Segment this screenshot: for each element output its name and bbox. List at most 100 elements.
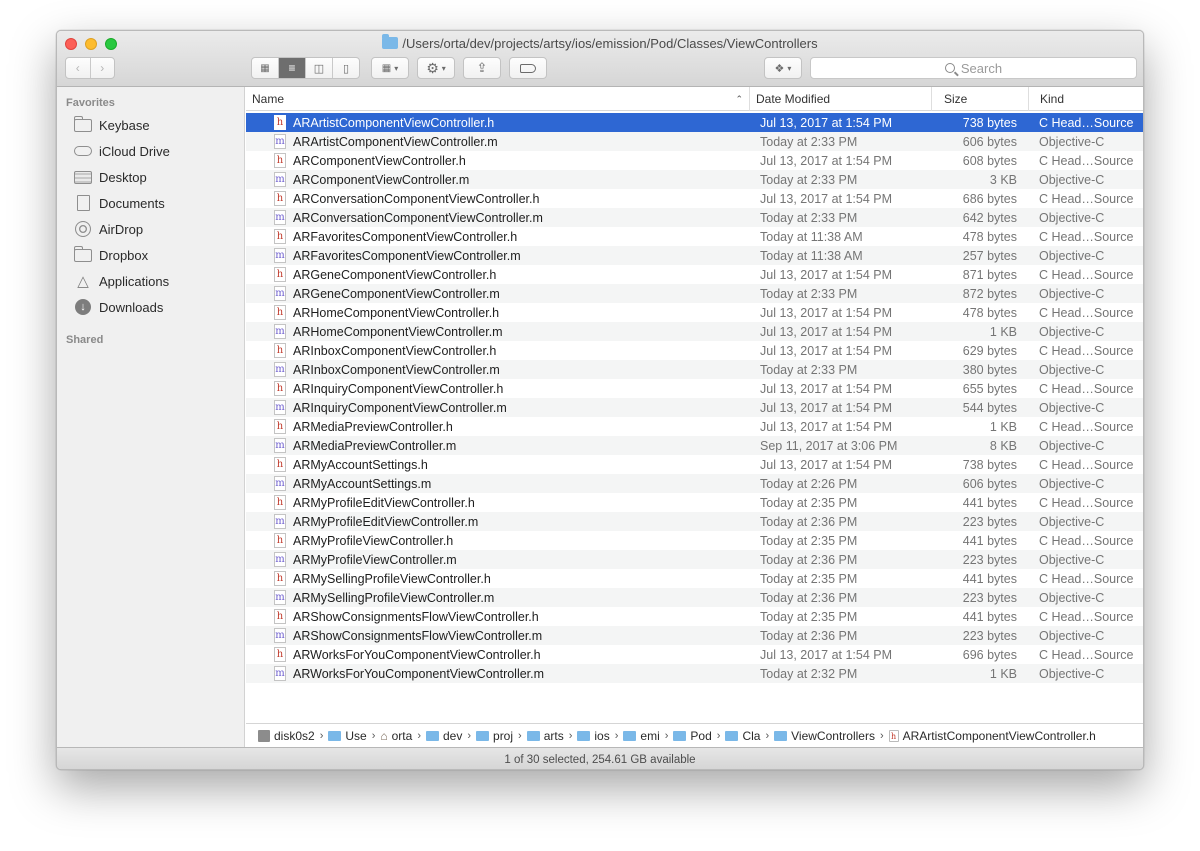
file-size: 223 bytes	[962, 628, 1017, 643]
tags-button[interactable]	[509, 57, 547, 79]
path-crumb[interactable]: Use	[328, 729, 367, 743]
file-name: ARMyAccountSettings.h	[293, 457, 428, 472]
file-row[interactable]: h ARMyProfileViewController.h Today at 2:3…	[246, 531, 1143, 550]
file-row[interactable]: h ARMediaPreviewController.h Jul 13, 2017 …	[246, 417, 1143, 436]
sidebar-item-downloads[interactable]: ↓ Downloads	[73, 296, 163, 318]
file-row[interactable]: h ARMyAccountSettings.h Jul 13, 2017 at 1:…	[246, 455, 1143, 474]
chevron-right-icon: ›	[879, 729, 884, 742]
sidebar-item-desktop[interactable]: Desktop	[73, 166, 147, 188]
file-kind: Objective-C	[1039, 666, 1105, 681]
folder-icon	[725, 730, 739, 741]
sidebar-item-keybase[interactable]: Keybase	[73, 114, 150, 136]
arrange-button[interactable]: ▦ ▾	[371, 57, 409, 79]
sidebar-item-dropbox[interactable]: Dropbox	[73, 244, 148, 266]
file-row[interactable]: h ARHomeComponentViewController.h Jul 13, …	[246, 303, 1143, 322]
path-crumb[interactable]: ⌂ orta	[380, 729, 412, 743]
sidebar-item-label: Downloads	[99, 299, 164, 315]
sidebar-item-icloud-drive[interactable]: iCloud Drive	[73, 140, 170, 162]
column-header-date-modified[interactable]: Date Modified	[750, 87, 932, 111]
forward-button[interactable]: ›	[91, 58, 115, 78]
folder-icon	[74, 115, 92, 132]
search-icon	[944, 63, 955, 73]
back-button[interactable]: ‹	[66, 58, 91, 78]
path-crumb[interactable]: dev	[425, 729, 462, 743]
file-row[interactable]: m ARConversationComponentViewController.m…	[246, 208, 1143, 227]
path-crumb[interactable]: h ARArtistComponentViewController.h	[888, 729, 1096, 743]
file-row[interactable]: m ARInboxComponentViewController.m Today a…	[246, 360, 1143, 379]
file-row[interactable]: h ARConversationComponentViewController.h…	[246, 189, 1143, 208]
path-crumb[interactable]: arts	[526, 729, 564, 743]
column-header-name[interactable]: Name ⌃	[246, 87, 750, 111]
file-row[interactable]: m ARComponentViewController.m Today at 2:3…	[246, 170, 1143, 189]
file-row[interactable]: h ARInboxComponentViewController.h Jul 13,…	[246, 341, 1143, 360]
file-row[interactable]: m ARWorksForYouComponentViewController.m T…	[246, 664, 1143, 683]
file-row[interactable]: m ARShowConsignmentsFlowViewController.m T…	[246, 626, 1143, 645]
file-row[interactable]: m ARMyProfileViewController.m Today at 2:3…	[246, 550, 1143, 569]
sidebar-item-applications[interactable]: △ Applications	[73, 270, 169, 292]
file-row[interactable]: m ARInquiryComponentViewController.m Jul 1…	[246, 398, 1143, 417]
cloud-icon	[74, 146, 92, 156]
grid-icon: ▦	[260, 62, 270, 74]
file-row[interactable]: h ARGeneComponentViewController.h Jul 13, …	[246, 265, 1143, 284]
file-row[interactable]: h ARWorksForYouComponentViewController.h J…	[246, 645, 1143, 664]
file-row[interactable]: h ARInquiryComponentViewController.h Jul 1…	[246, 379, 1143, 398]
share-icon: ⇪	[476, 60, 488, 75]
file-name: ARArtistComponentViewController.h	[293, 115, 495, 130]
file-size: 441 bytes	[962, 571, 1017, 586]
file-row[interactable]: m ARMySellingProfileViewController.m Today…	[246, 588, 1143, 607]
file-row[interactable]: h ARComponentViewController.h Jul 13, 2017…	[246, 151, 1143, 170]
path-crumb[interactable]: ViewControllers	[774, 729, 875, 743]
file-row[interactable]: m ARMediaPreviewController.m Sep 11, 2017 …	[246, 436, 1143, 455]
file-date-modified: Jul 13, 2017 at 1:54 PM	[760, 267, 893, 282]
path-crumb[interactable]: emi	[623, 729, 660, 743]
path-crumb[interactable]: proj	[476, 729, 513, 743]
header-file-icon: h	[274, 457, 286, 472]
column-header-label: Name	[252, 92, 285, 106]
file-row[interactable]: m ARHomeComponentViewController.m Jul 13, …	[246, 322, 1143, 341]
columns-icon: ◫	[313, 62, 325, 75]
file-size: 380 bytes	[962, 362, 1017, 377]
file-row[interactable]: m ARMyAccountSettings.m Today at 2:26 PM 60…	[246, 474, 1143, 493]
file-row[interactable]: h ARMySellingProfileViewController.h Today…	[246, 569, 1143, 588]
column-view-button[interactable]: ◫	[306, 58, 333, 78]
dropbox-icon: ❖	[774, 62, 785, 75]
file-size: 1 KB	[989, 666, 1017, 681]
file-row[interactable]: h ARMyProfileEditViewController.h Today at…	[246, 493, 1143, 512]
column-header-kind[interactable]: Kind	[1029, 87, 1143, 111]
file-row[interactable]: h ARShowConsignmentsFlowViewController.h T…	[246, 607, 1143, 626]
objc-file-icon: m	[274, 400, 286, 415]
file-row[interactable]: m ARFavoritesComponentViewController.m Tod…	[246, 246, 1143, 265]
file-row[interactable]: m ARArtistComponentViewController.m Today …	[246, 132, 1143, 151]
file-list: Name ⌃ Date Modified Size Kind h ARArtist…	[246, 87, 1143, 723]
header-file-icon: h	[274, 419, 286, 434]
file-row[interactable]: m ARMyProfileEditViewController.m Today at…	[246, 512, 1143, 531]
path-crumb[interactable]: Pod	[673, 729, 712, 743]
file-kind: Objective-C	[1039, 438, 1105, 453]
list-view-button[interactable]: ≡	[279, 58, 306, 78]
file-kind: Objective-C	[1039, 476, 1105, 491]
file-name: ARGeneComponentViewController.h	[293, 267, 497, 282]
file-kind: C Head…Source	[1039, 191, 1134, 206]
file-kind: Objective-C	[1039, 324, 1105, 339]
path-crumb-label: disk0s2	[274, 728, 315, 743]
path-crumb[interactable]: disk0s2	[258, 729, 315, 743]
path-crumb[interactable]: Cla	[725, 729, 760, 743]
dropbox-button[interactable]: ❖ ▾	[764, 57, 802, 79]
disk-icon	[258, 729, 270, 742]
cover-flow-button[interactable]: ▯	[333, 58, 359, 78]
column-header-size[interactable]: Size	[932, 87, 1029, 111]
folder-icon	[74, 245, 92, 262]
action-button[interactable]: ⚙ ▾	[417, 57, 455, 79]
file-size: 629 bytes	[962, 343, 1017, 358]
path-crumb[interactable]: ios	[577, 729, 610, 743]
folder-icon	[774, 730, 788, 741]
search-field[interactable]: Search	[810, 57, 1137, 79]
share-button[interactable]: ⇪	[463, 57, 501, 79]
file-row[interactable]: h ARFavoritesComponentViewController.h Tod…	[246, 227, 1143, 246]
icon-view-button[interactable]: ▦	[252, 58, 279, 78]
sidebar-item-documents[interactable]: Documents	[73, 192, 165, 214]
file-name: ARInboxComponentViewController.h	[293, 343, 497, 358]
file-row[interactable]: m ARGeneComponentViewController.m Today at…	[246, 284, 1143, 303]
file-row[interactable]: h ARArtistComponentViewController.h Jul 13…	[246, 113, 1143, 132]
sidebar-item-airdrop[interactable]: AirDrop	[73, 218, 143, 240]
